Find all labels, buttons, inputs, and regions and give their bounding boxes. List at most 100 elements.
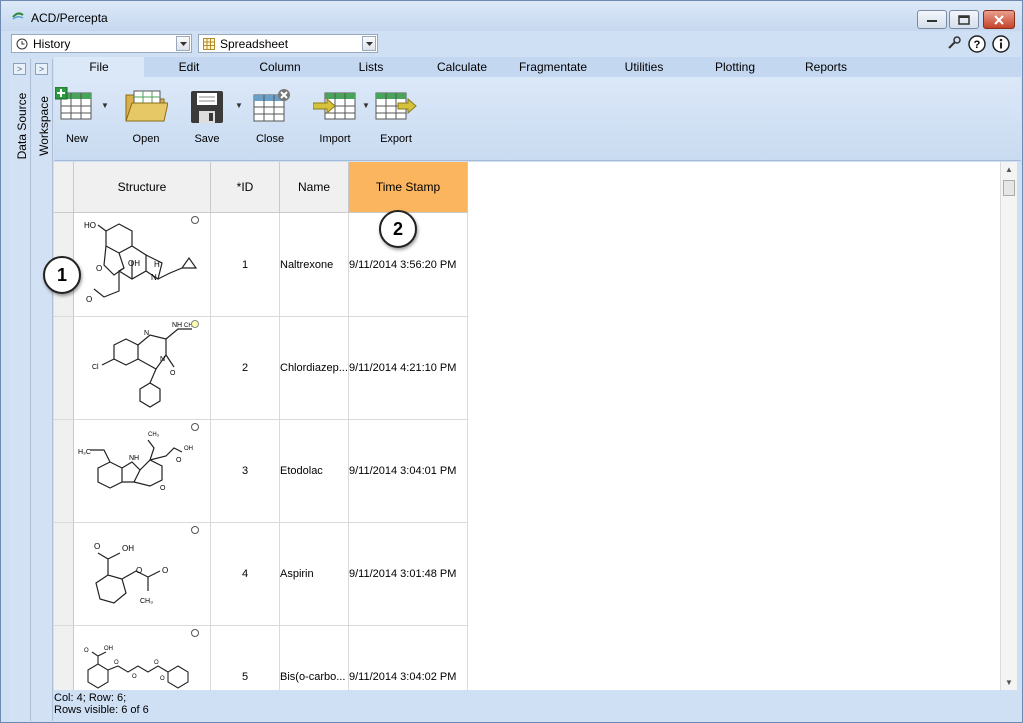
- mol-label: H: [154, 260, 160, 269]
- workspace-panel-tab[interactable]: > Workspace: [32, 59, 53, 721]
- new-table-icon: [55, 87, 92, 120]
- window-title: ACD/Percepta: [31, 11, 108, 25]
- mol-label: O: [94, 542, 100, 551]
- column-header-time-stamp[interactable]: Time Stamp: [349, 162, 468, 213]
- save-button-label: Save: [194, 133, 220, 145]
- mol-label: N: [151, 273, 157, 282]
- row-header[interactable]: [54, 523, 74, 626]
- structure-cell[interactable]: O OH O O O O: [74, 626, 211, 690]
- id-cell[interactable]: 4: [211, 523, 280, 626]
- column-header-structure[interactable]: Structure: [74, 162, 211, 213]
- tab-reports[interactable]: Reports: [781, 57, 871, 77]
- row-select-radio[interactable]: [191, 216, 199, 224]
- expand-panel-icon[interactable]: >: [35, 63, 48, 75]
- export-button[interactable]: Export: [366, 83, 426, 157]
- view-dropdown[interactable]: Spreadsheet: [198, 34, 378, 53]
- row-header[interactable]: [54, 626, 74, 690]
- column-header-name[interactable]: Name: [280, 162, 349, 213]
- mol-label: CH₃: [148, 432, 160, 438]
- scroll-down-icon[interactable]: ▼: [1005, 678, 1013, 687]
- new-button[interactable]: ▼ New: [47, 83, 109, 157]
- save-button[interactable]: ▼ Save: [177, 83, 243, 157]
- close-button[interactable]: Close: [240, 83, 300, 157]
- name-cell[interactable]: Chlordiazep...: [280, 317, 349, 420]
- wrench-icon[interactable]: [946, 35, 962, 51]
- import-table-icon: [313, 92, 356, 120]
- help-icon[interactable]: ?: [968, 35, 986, 53]
- chevron-down-icon[interactable]: [176, 36, 190, 51]
- structure-cell[interactable]: O OH O O CH₃: [74, 523, 211, 626]
- structure-cell[interactable]: H₃C CH₃ NH OH O O: [74, 420, 211, 523]
- tab-fragmentate[interactable]: Fragmentate: [508, 57, 598, 77]
- spreadsheet-grid[interactable]: Structure *ID Name Time Stamp HO OH H N …: [54, 162, 1000, 690]
- minimize-button[interactable]: [917, 10, 947, 29]
- vertical-scrollbar[interactable]: ▲ ▼: [1000, 162, 1017, 690]
- tab-utilities[interactable]: Utilities: [599, 57, 689, 77]
- timestamp-cell[interactable]: 9/11/2014 3:04:02 PM: [349, 626, 468, 690]
- title-bar[interactable]: ACD/Percepta: [1, 1, 1022, 31]
- row-select-radio[interactable]: [191, 320, 199, 328]
- mol-label: NH: [129, 455, 139, 462]
- data-source-panel-tab[interactable]: > Data Source: [10, 59, 31, 721]
- open-folder-icon: [125, 90, 168, 122]
- spreadsheet-icon: [203, 37, 215, 50]
- tab-file[interactable]: File: [54, 57, 144, 77]
- structure-cell[interactable]: HO OH H N O O: [74, 213, 211, 317]
- row-header[interactable]: [54, 420, 74, 523]
- name-cell[interactable]: Bis(o-carbo...: [280, 626, 349, 690]
- scroll-up-icon[interactable]: ▲: [1005, 165, 1013, 174]
- tab-lists[interactable]: Lists: [326, 57, 416, 77]
- row-select-radio[interactable]: [191, 423, 199, 431]
- tab-plotting[interactable]: Plotting: [690, 57, 780, 77]
- timestamp-cell[interactable]: 9/11/2014 3:01:48 PM: [349, 523, 468, 626]
- chevron-down-icon[interactable]: [362, 36, 376, 51]
- name-cell[interactable]: Etodolac: [280, 420, 349, 523]
- clock-icon: [16, 38, 28, 49]
- import-button[interactable]: ▼ Import: [305, 83, 370, 157]
- mol-label: O: [160, 676, 165, 682]
- corner-cell[interactable]: [54, 162, 74, 213]
- name-cell[interactable]: Naltrexone: [280, 213, 349, 317]
- mol-label: O: [114, 660, 119, 666]
- status-bar: Col: 4; Row: 6; Rows visible: 6 of 6: [54, 692, 149, 716]
- mol-label: H₃C: [78, 449, 91, 456]
- row-select-radio[interactable]: [191, 629, 199, 637]
- id-cell[interactable]: 1: [211, 213, 280, 317]
- mol-label: OH: [128, 259, 140, 268]
- name-cell[interactable]: Aspirin: [280, 523, 349, 626]
- timestamp-cell[interactable]: 9/11/2014 3:04:01 PM: [349, 420, 468, 523]
- expand-panel-icon[interactable]: >: [13, 63, 26, 75]
- callout-badge: 1: [43, 256, 81, 294]
- close-table-icon: [253, 89, 290, 122]
- row-select-radio[interactable]: [191, 526, 199, 534]
- new-dropdown-arrow[interactable]: ▼: [101, 101, 109, 110]
- column-header-id[interactable]: *ID: [211, 162, 280, 213]
- mol-label: O: [86, 295, 92, 304]
- mol-label: HO: [84, 221, 96, 230]
- timestamp-cell[interactable]: 9/11/2014 4:21:10 PM: [349, 317, 468, 420]
- info-icon[interactable]: [992, 35, 1010, 53]
- id-cell[interactable]: 5: [211, 626, 280, 690]
- scroll-thumb[interactable]: [1003, 180, 1015, 196]
- tab-calculate[interactable]: Calculate: [417, 57, 507, 77]
- rows-visible-status: Rows visible: 6 of 6: [54, 704, 149, 716]
- export-button-label: Export: [380, 133, 412, 145]
- mol-label: CH₃: [140, 598, 153, 605]
- data-source-label: Data Source: [15, 92, 29, 160]
- tab-edit[interactable]: Edit: [144, 57, 234, 77]
- id-cell[interactable]: 3: [211, 420, 280, 523]
- new-button-label: New: [65, 133, 88, 145]
- close-window-button[interactable]: [983, 10, 1015, 29]
- open-button[interactable]: Open: [116, 83, 176, 157]
- history-dropdown[interactable]: History: [11, 34, 192, 53]
- mol-label: O: [162, 566, 168, 575]
- aspirin-structure: O OH O O CH₃: [94, 542, 168, 605]
- menu-bar: File Edit Column Lists Calculate Fragmen…: [54, 57, 1021, 77]
- maximize-button[interactable]: [949, 10, 979, 29]
- mol-label: O: [84, 648, 89, 654]
- floppy-disk-icon: [191, 91, 223, 123]
- id-cell[interactable]: 2: [211, 317, 280, 420]
- structure-cell[interactable]: N NH CH₃ Cl N O: [74, 317, 211, 420]
- tab-column[interactable]: Column: [235, 57, 325, 77]
- row-header[interactable]: [54, 317, 74, 420]
